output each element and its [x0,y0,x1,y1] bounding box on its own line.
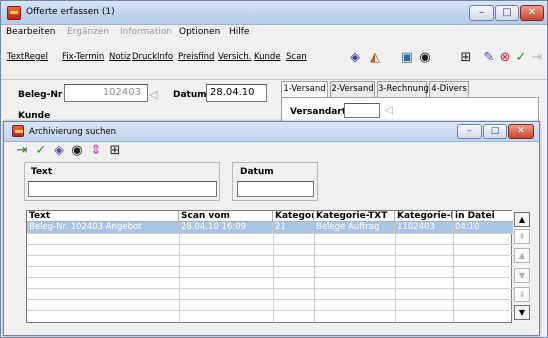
binoculars-icon[interactable]: ⊞ [107,144,123,158]
cell-kategorie-txt: Belege Auftrag [314,222,395,233]
window-title: Offerte erfassen (1) [26,7,115,17]
cell-kategorie-n: 1102403 [395,222,453,233]
scroll-top-button[interactable]: ▲ [514,212,530,227]
dialog-maximize-button[interactable]: □ [483,124,507,139]
maximize-button[interactable]: □ [495,5,519,21]
column-header-in-datei[interactable]: in Datei [453,211,513,222]
grid-col-divider [273,233,274,322]
column-header-scan-vom[interactable]: Scan vom [179,211,273,222]
versandart-label: Versandart [290,107,347,117]
toolbar-fix-termin[interactable]: Fix-Termin [62,52,104,62]
grid-row-divider [27,310,515,311]
lookup-icon[interactable]: ◁ [149,88,157,101]
close-button[interactable]: ✕ [520,5,544,21]
column-header-kategorie-txt[interactable]: Kategorie-TXT [314,211,395,222]
grid-col-divider [395,233,396,322]
tab-4-divers[interactable]: 4-Divers [429,81,469,97]
cell-text: Beleg-Nr. 102403 Angebot [27,222,179,233]
toolbar-druckinfo[interactable]: DruckInfo [132,52,173,62]
datum-field[interactable]: 28.04.10 [206,84,267,102]
dialog-close-button[interactable]: ✕ [508,124,534,139]
exit-icon[interactable]: ⇥ [14,144,30,158]
pizza-icon[interactable]: ◭ [367,51,383,65]
toolbar-textregel[interactable]: TextRegel [7,52,48,62]
grid-col-divider [314,233,315,322]
tab-1-versand[interactable]: 1-Versand [281,81,328,98]
toolbar-scan[interactable]: Scan [286,52,307,62]
text-search-group: Text [24,162,220,201]
grid-row-divider [27,244,515,245]
menu-bar: Bearbeiten Ergänzen Information Optionen… [1,25,547,40]
tab-2-versand[interactable]: 2-Versand [330,81,375,97]
column-header-kategorie-n[interactable]: Kategorie-N [395,211,453,222]
sort-icon[interactable]: ⇕ [88,144,104,158]
text-search-input[interactable] [28,181,217,197]
toolbar: TextRegel Fix-Termin Notiz DruckInfo Pre… [1,40,547,80]
tab-bar: 1-Versand 2-Versand 3-Rechnung 4-Divers [281,81,539,98]
image-icon[interactable]: ▣ [399,51,415,65]
grid-col-divider [453,233,454,322]
cell-scan-vom: 28.04.10 16:09 [179,222,273,233]
grid-row-divider [27,233,515,234]
column-header-kategor[interactable]: Kategor [273,211,314,222]
checkmark-icon[interactable]: ✓ [33,144,49,158]
dialog-minimize-button[interactable]: – [457,124,482,139]
toolbar-notiz[interactable]: Notiz [109,52,131,62]
dialog-app-icon [12,125,24,137]
cancel-icon[interactable]: ⊗ [497,51,513,65]
scroll-up-button[interactable]: ▲ [514,248,530,263]
scroll-page-down-button[interactable]: ⇟ [514,287,530,302]
versandart-field[interactable] [344,103,380,118]
target-icon[interactable]: ◉ [417,51,433,65]
eraser2-icon[interactable]: ✎ [481,51,497,65]
column-header-text[interactable]: Text [27,211,179,222]
results-grid[interactable]: Text Scan vom Kategor Kategorie-TXT Kate… [26,210,515,323]
grid-row-divider [27,288,515,289]
table-row[interactable]: Beleg-Nr. 102403 Angebot 28.04.10 16:09 … [27,222,513,233]
menu-bearbeiten[interactable]: Bearbeiten [6,27,55,37]
dialog-text-label: Text [31,167,53,177]
cell-kategor: 21 [273,222,314,233]
menu-hilfe[interactable]: Hilfe [229,27,249,37]
cell-in-datei: 04:10 [453,222,513,233]
exit-icon[interactable]: ⇥ [529,51,545,65]
dialog-title: Archivierung suchen [29,127,117,137]
kunde-label: Kunde [18,111,51,121]
checkmark-icon[interactable]: ✓ [513,51,529,65]
title-bar[interactable]: Offerte erfassen (1) – □ ✕ [1,1,547,25]
versandart-lookup-icon[interactable]: ◁ [385,105,393,116]
dialog-datum-label: Datum [240,167,274,177]
app-icon [7,6,21,20]
datum-search-input[interactable] [237,181,314,197]
datum-search-group: Datum [232,162,318,201]
eraser-icon[interactable]: ◈ [347,51,363,65]
grid-row-divider [27,299,515,300]
grid-scrollbar[interactable]: ▲ ⇞ ▲ ▼ ⇟ ▼ [514,212,531,321]
eraser-icon[interactable]: ◈ [51,144,67,158]
target-icon[interactable]: ◉ [69,144,85,158]
beleg-nr-label: Beleg-Nr [18,90,63,100]
grid-row-divider [27,255,515,256]
dialog-title-bar[interactable]: Archivierung suchen – □ ✕ [4,122,539,142]
tab-3-rechnung[interactable]: 3-Rechnung [377,81,429,97]
menu-information[interactable]: Information [120,27,172,37]
scroll-page-up-button[interactable]: ⇞ [514,229,530,244]
binoculars-icon[interactable]: ⊞ [458,51,474,65]
toolbar-preisfind[interactable]: Preisfind [178,52,214,62]
minimize-button[interactable]: – [469,5,494,21]
menu-optionen[interactable]: Optionen [179,27,220,37]
grid-row-divider [27,266,515,267]
beleg-nr-field[interactable]: 102403 [64,84,148,102]
dialog-toolbar: ⇥ ✓ ◈ ◉ ⇕ ⊞ [4,142,539,162]
grid-row-divider [27,277,515,278]
datum-label: Datum [173,90,207,100]
archive-search-dialog: Archivierung suchen – □ ✕ ⇥ ✓ ◈ ◉ ⇕ ⊞ Te… [3,121,540,336]
toolbar-kunde[interactable]: Kunde [254,52,281,62]
scroll-down-button[interactable]: ▼ [514,268,530,283]
menu-ergaenzen[interactable]: Ergänzen [67,27,109,37]
grid-col-divider [179,233,180,322]
toolbar-versich[interactable]: Versich. [218,52,251,62]
scroll-bottom-button[interactable]: ▼ [514,305,530,320]
